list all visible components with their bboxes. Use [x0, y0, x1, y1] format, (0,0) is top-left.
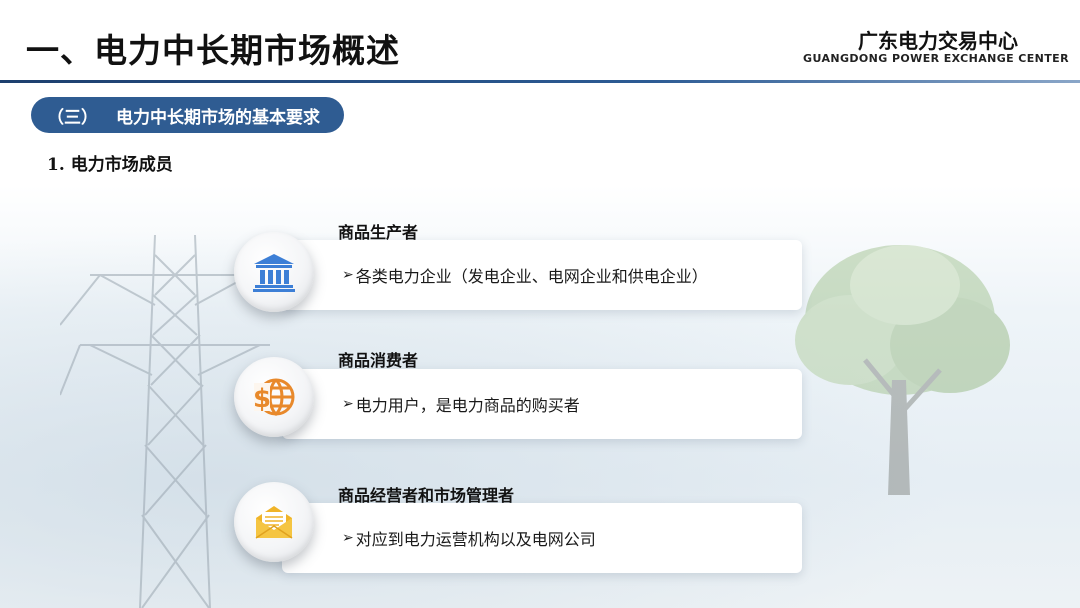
tree-illustration — [795, 245, 1010, 495]
subheading-number: 1. — [47, 155, 65, 175]
arrow-bullet-icon: ➢ — [342, 530, 354, 546]
member-card-operator: ➢ 对应到电力运营机构以及电网公司 — [282, 503, 802, 573]
bank-building-icon — [253, 254, 295, 292]
member-desc-text: 各类电力企业（发电企业、电网企业和供电企业） — [355, 267, 708, 286]
section-title: 电力中长期市场的基本要求 — [116, 107, 320, 128]
member-icon-circle-consumer: $ — [234, 357, 314, 437]
section-heading: （三） 电力中长期市场的基本要求 — [31, 97, 344, 133]
member-card-producer: ➢ 各类电力企业（发电企业、电网企业和供电企业） — [282, 240, 802, 310]
page-title: 一、电力中长期市场概述 — [26, 31, 400, 70]
arrow-bullet-icon: ➢ — [342, 396, 354, 412]
dollar-globe-icon: $ — [253, 378, 295, 416]
member-card-consumer: ➢ 电力用户，是电力商品的购买者 — [282, 369, 802, 439]
header-divider — [0, 80, 1080, 83]
section-number: （三） — [47, 107, 98, 128]
member-icon-circle-producer — [234, 232, 314, 312]
member-title-consumer: 商品消费者 — [338, 351, 419, 370]
member-desc-text: 电力用户，是电力商品的购买者 — [355, 396, 580, 415]
open-envelope-icon — [255, 506, 293, 539]
arrow-bullet-icon: ➢ — [342, 267, 354, 283]
member-desc: ➢ 电力用户，是电力商品的购买者 — [342, 369, 580, 439]
subheading: 1. 电力市场成员 — [47, 150, 173, 175]
member-desc: ➢ 各类电力企业（发电企业、电网企业和供电企业） — [342, 240, 708, 310]
member-desc-text: 对应到电力运营机构以及电网公司 — [355, 530, 596, 549]
member-desc: ➢ 对应到电力运营机构以及电网公司 — [342, 503, 596, 573]
brand-name-en: GUANGDONG POWER EXCHANGE CENTER — [803, 52, 1069, 65]
subheading-text: 电力市场成员 — [70, 155, 173, 175]
svg-text:$: $ — [253, 384, 271, 414]
brand-name-cn: 广东电力交易中心 — [858, 29, 1018, 53]
member-icon-circle-operator — [234, 482, 314, 562]
